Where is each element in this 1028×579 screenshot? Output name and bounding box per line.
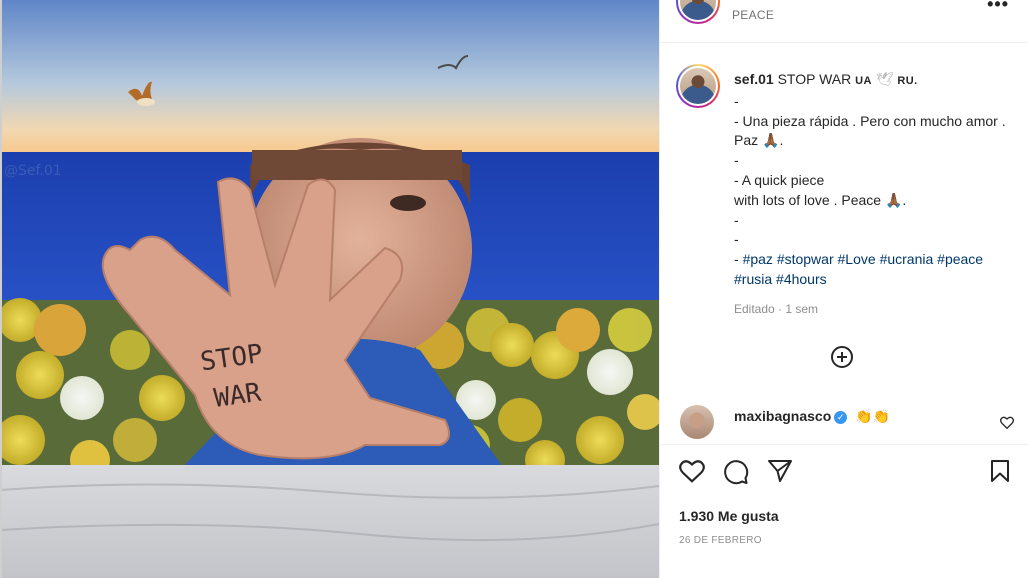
comment-username[interactable]: maxibagnasco: [734, 408, 831, 424]
caption-line: -: [734, 92, 739, 109]
mural-photo: STOP WAR @Sef.01: [0, 0, 659, 578]
caption-line: - Una pieza rápida . Pero con mucho amor…: [734, 112, 1006, 149]
caption-line: -: [734, 251, 743, 268]
post-date[interactable]: 26 DE FEBRERO: [679, 535, 762, 546]
dove-emoji: 🕊: [875, 71, 894, 87]
caption-flag-ua: UA: [855, 75, 872, 87]
hashtag-link[interactable]: #paz: [743, 251, 773, 267]
comment-row: maxibagnasco ✓ 👏👏: [734, 408, 890, 425]
post-caption: sef.01 STOP WAR UA 🕊 RU. - - Una pieza r…: [734, 70, 1014, 290]
paper-plane-icon[interactable]: [767, 459, 793, 483]
image-signature: @Sef.01: [4, 163, 62, 179]
hashtag-link[interactable]: #4hours: [776, 271, 827, 287]
caption-hashtags: - #paz #stopwar #Love #ucrania #peace #r…: [734, 250, 1014, 290]
post-sidebar: PEACE ••• sef.01 STOP WAR UA 🕊 RU. - - U…: [659, 0, 1028, 578]
edit-timestamp: Editado · 1 sem: [734, 302, 819, 316]
author-avatar-header[interactable]: [676, 0, 720, 24]
post-image[interactable]: STOP WAR @Sef.01: [0, 0, 659, 578]
caption-line: - A quick piece: [734, 171, 825, 188]
caption-flag-ru: RU.: [897, 75, 918, 87]
like-count[interactable]: 1.930 Me gusta: [679, 508, 779, 524]
post-header: PEACE •••: [660, 0, 1028, 43]
more-options-icon[interactable]: •••: [987, 0, 1009, 15]
caption-headline: STOP WAR: [777, 71, 852, 87]
hashtag-link[interactable]: #rusia: [734, 271, 772, 287]
bookmark-icon[interactable]: [989, 459, 1011, 483]
caption-line: -: [734, 231, 739, 248]
caption-username[interactable]: sef.01: [734, 71, 774, 87]
post-actions: 1.930 Me gusta 26 DE FEBRERO: [660, 444, 1028, 579]
commenter-avatar[interactable]: [680, 405, 714, 439]
hashtag-link[interactable]: #Love: [838, 251, 876, 267]
hashtag-link[interactable]: #ucrania: [880, 251, 934, 267]
caption-line: with lots of love . Peace 🙏🏾.: [734, 191, 907, 208]
plus-circle-icon[interactable]: [831, 346, 853, 368]
hashtag-link[interactable]: #stopwar: [777, 251, 834, 267]
caption-line: -: [734, 152, 739, 169]
comment-icon[interactable]: [723, 459, 749, 485]
hashtag-link[interactable]: #peace: [937, 251, 983, 267]
heart-icon[interactable]: [679, 459, 705, 483]
post-location[interactable]: PEACE: [732, 8, 774, 22]
comment-heart-icon[interactable]: [1000, 416, 1014, 429]
verified-badge-icon: ✓: [834, 411, 848, 424]
comment-text: 👏👏: [855, 408, 891, 424]
caption-line: -: [734, 211, 739, 228]
author-avatar[interactable]: [676, 64, 720, 108]
